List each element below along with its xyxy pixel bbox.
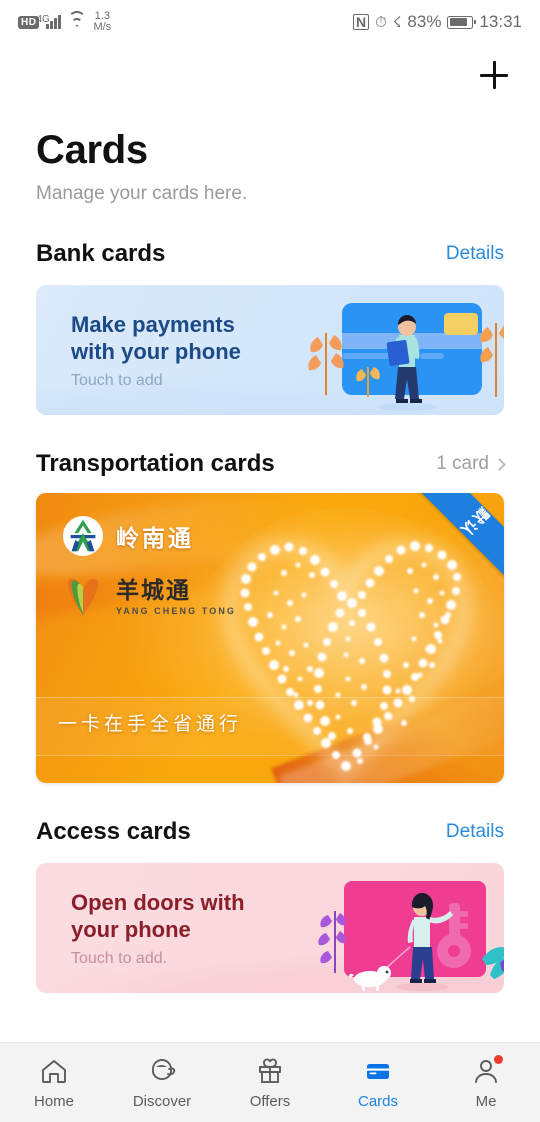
- person-with-blue-card-illustration: [308, 303, 504, 411]
- yangchengtong-pinyin-label: YANG CHENG TONG: [116, 605, 237, 616]
- nav-item-home[interactable]: Home: [0, 1056, 108, 1110]
- network-speed-unit: M/s: [93, 21, 112, 33]
- status-bar: HD 4G 1.3 M/s N ⏱ ☇ 83% 13:31: [0, 0, 540, 44]
- card-slogan: 一卡在手全省通行: [58, 713, 243, 735]
- plus-icon[interactable]: [474, 55, 514, 95]
- clock-label: 13:31: [479, 12, 522, 31]
- gift-icon: [259, 1058, 281, 1083]
- status-bar-right: N ⏱ ☇ 83% 13:31: [353, 12, 522, 32]
- nav-item-cards[interactable]: Cards: [324, 1056, 432, 1110]
- bank-banner-heading-line2: with your phone: [71, 339, 241, 364]
- nav-item-me[interactable]: Me: [432, 1054, 540, 1110]
- nav-label-home: Home: [33, 1092, 74, 1110]
- bank-banner-heading-line1: Make payments: [71, 312, 235, 337]
- nav-label-offers: Offers: [249, 1092, 291, 1110]
- lingnantong-mark-icon: [62, 515, 104, 557]
- access-banner-heading-line1: Open doors with: [71, 890, 245, 915]
- transportation-card-count: 1 card: [436, 453, 489, 474]
- battery-icon: [447, 15, 477, 29]
- section-header-access-cards: Access cards Details: [0, 817, 540, 847]
- access-cards-details-link[interactable]: Details: [446, 821, 504, 843]
- section-header-bank-cards: Bank cards Details: [0, 239, 540, 269]
- transportation-card[interactable]: 岭南通 羊城通 YANG CHENG TONG 一卡在手全省通行 默认: [36, 493, 504, 783]
- lingnantong-logo: 岭南通: [62, 515, 236, 557]
- lingnantong-label: 岭南通: [116, 526, 194, 552]
- status-bar-left: HD 4G 1.3 M/s: [18, 10, 111, 33]
- bluetooth-icon: ☇: [392, 13, 402, 31]
- alarm-icon: ⏱: [375, 13, 387, 31]
- chevron-right-icon: [493, 457, 506, 471]
- bank-cards-details-link[interactable]: Details: [446, 243, 504, 265]
- access-banner-subtext: Touch to add.: [71, 950, 168, 967]
- nfc-icon: N: [353, 14, 370, 30]
- network-type-label: 4G: [36, 14, 50, 25]
- transportation-count-group[interactable]: 1 card: [436, 453, 506, 475]
- nav-label-me: Me: [475, 1092, 497, 1110]
- access-banner-text: Open doors with your phone Touch to add.: [71, 889, 245, 968]
- section-title-access-cards: Access cards: [36, 818, 191, 845]
- yangchengtong-mark-icon: [67, 578, 99, 616]
- card-icon: [367, 1063, 389, 1079]
- battery-percent-label: 83%: [407, 12, 442, 31]
- page-subtitle: Manage your cards here.: [36, 183, 248, 204]
- nav-item-discover[interactable]: Discover: [108, 1056, 216, 1110]
- me-notification-badge: [494, 1054, 503, 1064]
- yangchengtong-label: 羊城通: [116, 577, 191, 604]
- nav-item-offers[interactable]: Offers: [216, 1056, 324, 1110]
- nav-label-discover: Discover: [132, 1092, 192, 1110]
- top-bar: [0, 44, 540, 106]
- bank-banner-text: Make payments with your phone Touch to a…: [71, 311, 241, 390]
- bank-banner-subtext: Touch to add: [71, 372, 163, 389]
- bank-cards-promo-banner[interactable]: Make payments with your phone Touch to a…: [36, 285, 504, 415]
- nav-label-cards: Cards: [357, 1092, 398, 1110]
- section-title-bank-cards: Bank cards: [36, 240, 166, 267]
- section-title-transportation-cards: Transportation cards: [36, 450, 275, 477]
- section-header-transportation-cards[interactable]: Transportation cards 1 card: [0, 449, 540, 479]
- signal-icon: 4G: [36, 14, 62, 29]
- yangchengtong-text-group: 羊城通 YANG CHENG TONG: [116, 577, 237, 616]
- access-cards-promo-banner[interactable]: Open doors with your phone Touch to add.: [36, 863, 504, 993]
- home-icon: [42, 1059, 66, 1083]
- wifi-icon: [68, 10, 87, 30]
- card-logos: 岭南通 羊城通 YANG CHENG TONG: [62, 515, 236, 619]
- compass-icon: [152, 1058, 176, 1080]
- page-title: Cards: [36, 128, 148, 172]
- yangchengtong-logo: 羊城通 YANG CHENG TONG: [62, 575, 236, 619]
- access-banner-heading-line2: your phone: [71, 917, 191, 942]
- woman-with-key-illustration: [318, 881, 504, 991]
- bottom-navigation-bar: Home Discover Offers Cards Me: [0, 1042, 540, 1122]
- network-speed: 1.3 M/s: [93, 11, 111, 33]
